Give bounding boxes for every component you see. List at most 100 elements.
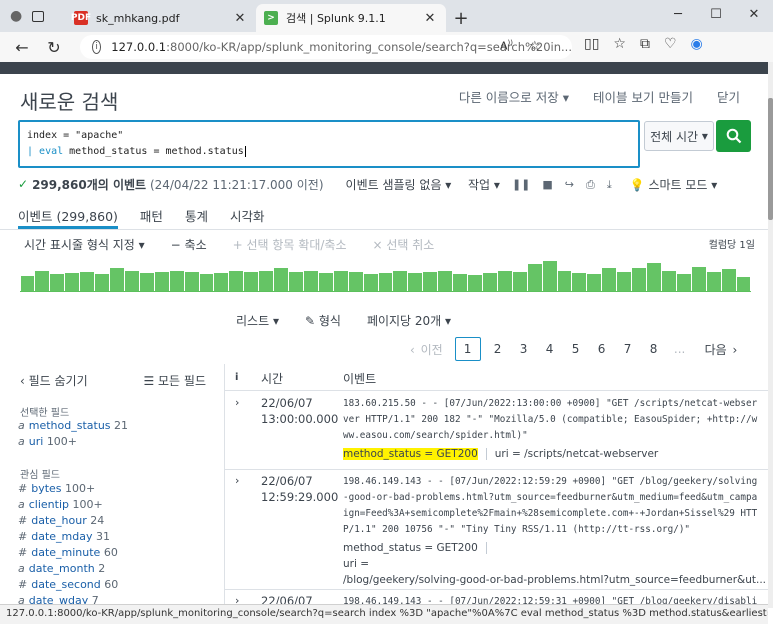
pause-icon[interactable]: ❚❚: [512, 178, 530, 191]
print-icon[interactable]: ⎙: [586, 178, 595, 192]
timeline-format-dropdown[interactable]: 시간 표시줄 형식 지정 ▾: [24, 236, 145, 253]
tab-statistics[interactable]: 통계: [185, 198, 208, 229]
export-icon[interactable]: ⤓: [607, 178, 612, 192]
timeline-bar[interactable]: [676, 274, 691, 291]
timeline-bar[interactable]: [244, 272, 259, 291]
col-time[interactable]: 시간: [261, 370, 283, 387]
read-aloud-icon[interactable]: A)): [500, 39, 513, 54]
next-page-button[interactable]: 다음 ›: [703, 341, 738, 358]
timeline-bar[interactable]: [617, 272, 632, 291]
timeline-bar[interactable]: [468, 275, 482, 291]
scrollbar-thumb[interactable]: [768, 98, 773, 220]
page-7[interactable]: 7: [615, 342, 641, 356]
page-2[interactable]: 2: [485, 342, 511, 356]
favorite-star-icon[interactable]: ☆: [529, 39, 541, 54]
timeline-bar[interactable]: [408, 273, 423, 291]
stop-icon[interactable]: ■: [542, 178, 552, 191]
timeline-bar[interactable]: [214, 273, 229, 291]
timeline-bar[interactable]: [289, 272, 303, 291]
zoom-selection-button[interactable]: + 선택 항목 확대/축소: [233, 236, 347, 253]
timeline-bar[interactable]: [303, 271, 318, 291]
close-icon[interactable]: ✕: [422, 11, 438, 26]
timeline-bar[interactable]: [318, 273, 333, 291]
profile-icon[interactable]: ●: [10, 8, 22, 24]
tab-visualization[interactable]: 시각화: [230, 198, 265, 229]
timeline-bar[interactable]: [169, 271, 184, 291]
page-8[interactable]: 8: [641, 342, 667, 356]
field-clientip[interactable]: a clientip 100+: [18, 498, 103, 511]
timeline-bar[interactable]: [184, 272, 199, 291]
zoom-out-button[interactable]: − 축소: [171, 236, 207, 253]
field-value-method-status[interactable]: method_status = GET200: [343, 448, 478, 460]
split-screen-icon[interactable]: ▯▯: [584, 36, 599, 52]
timeline-bar[interactable]: [259, 271, 274, 291]
timeline-bar[interactable]: [363, 274, 378, 291]
timeline-bar[interactable]: [229, 271, 244, 291]
time-range-picker[interactable]: 전체 시간 ▾: [644, 121, 714, 151]
tab-events[interactable]: 이벤트 (299,860): [18, 198, 118, 229]
timeline-bar[interactable]: [124, 271, 139, 291]
timeline-bar[interactable]: [199, 274, 214, 291]
field-date-mday[interactable]: # date_mday 31: [18, 530, 110, 543]
extensions-icon[interactable]: ♡: [664, 36, 677, 52]
sampling-dropdown[interactable]: 이벤트 샘플링 없음 ▾: [346, 176, 452, 193]
field-uri[interactable]: a uri 100+: [18, 435, 77, 448]
timeline-bar[interactable]: [497, 271, 512, 291]
timeline-bar[interactable]: [80, 272, 95, 291]
timeline-bar[interactable]: [110, 268, 124, 291]
timeline-bar[interactable]: [587, 274, 602, 291]
timeline-bar[interactable]: [333, 271, 348, 291]
list-view-dropdown[interactable]: 리스트 ▾: [236, 312, 279, 329]
page-4[interactable]: 4: [537, 342, 563, 356]
new-tab-button[interactable]: +: [446, 4, 476, 32]
timeline-bar[interactable]: [65, 273, 80, 291]
prev-page-button[interactable]: ‹ 이전: [410, 341, 445, 358]
per-page-dropdown[interactable]: 페이지당 20개 ▾: [367, 312, 451, 329]
timeline-bar[interactable]: [661, 271, 676, 291]
page-6[interactable]: 6: [589, 342, 615, 356]
close-button[interactable]: 닫기: [717, 87, 740, 106]
deselect-button[interactable]: × 선택 취소: [373, 236, 435, 253]
timeline-bar[interactable]: [512, 272, 527, 291]
timeline-histogram[interactable]: [20, 258, 751, 292]
tab-actions-icon[interactable]: [32, 10, 45, 22]
page-3[interactable]: 3: [511, 342, 537, 356]
field-value-uri[interactable]: uri = /scripts/netcat-webserver: [495, 448, 658, 460]
timeline-bar[interactable]: [706, 272, 721, 291]
close-window-icon[interactable]: ✕: [735, 0, 773, 28]
field-value-uri[interactable]: /blog/geekery/solving-good-or-bad-proble…: [343, 572, 766, 588]
timeline-bar[interactable]: [95, 274, 109, 291]
timeline-bar[interactable]: [393, 271, 408, 291]
create-table-view-button[interactable]: 테이블 보기 만들기: [593, 87, 693, 106]
collections-icon[interactable]: ⧉: [640, 36, 650, 52]
hide-fields-button[interactable]: ‹ 필드 숨기기: [20, 372, 88, 389]
search-button[interactable]: [716, 120, 751, 152]
reload-icon[interactable]: ↻: [38, 38, 70, 57]
field-date-minute[interactable]: # date_minute 60: [18, 546, 118, 559]
all-fields-button[interactable]: ☰ 모든 필드: [143, 372, 206, 389]
timeline-bar[interactable]: [438, 271, 453, 291]
timeline-bar[interactable]: [632, 268, 647, 291]
timeline-bar[interactable]: [557, 271, 572, 291]
timeline-bar[interactable]: [527, 264, 542, 291]
page-1[interactable]: 1: [454, 337, 481, 361]
timeline-bar[interactable]: [139, 273, 154, 291]
timeline-bar[interactable]: [154, 272, 169, 291]
timeline-bar[interactable]: [691, 267, 706, 291]
favorites-icon[interactable]: ☆: [613, 36, 626, 52]
timeline-bar[interactable]: [453, 274, 468, 291]
field-value-method-status[interactable]: method_status = GET200: [343, 542, 478, 554]
tab-patterns[interactable]: 패턴: [140, 198, 163, 229]
timeline-bar[interactable]: [736, 277, 751, 291]
field-bytes[interactable]: # bytes 100+: [18, 482, 95, 495]
minimize-icon[interactable]: ─: [659, 0, 697, 28]
timeline-bar[interactable]: [348, 272, 363, 291]
timeline-bar[interactable]: [423, 272, 438, 291]
field-date-hour[interactable]: # date_hour 24: [18, 514, 104, 527]
maximize-icon[interactable]: ☐: [697, 0, 735, 28]
field-method-status[interactable]: a method_status 21: [18, 419, 128, 432]
timeline-bar[interactable]: [482, 273, 497, 291]
timeline-bar[interactable]: [378, 273, 393, 291]
expand-chevron-icon[interactable]: ›: [235, 396, 239, 409]
back-icon[interactable]: ←: [6, 38, 38, 57]
